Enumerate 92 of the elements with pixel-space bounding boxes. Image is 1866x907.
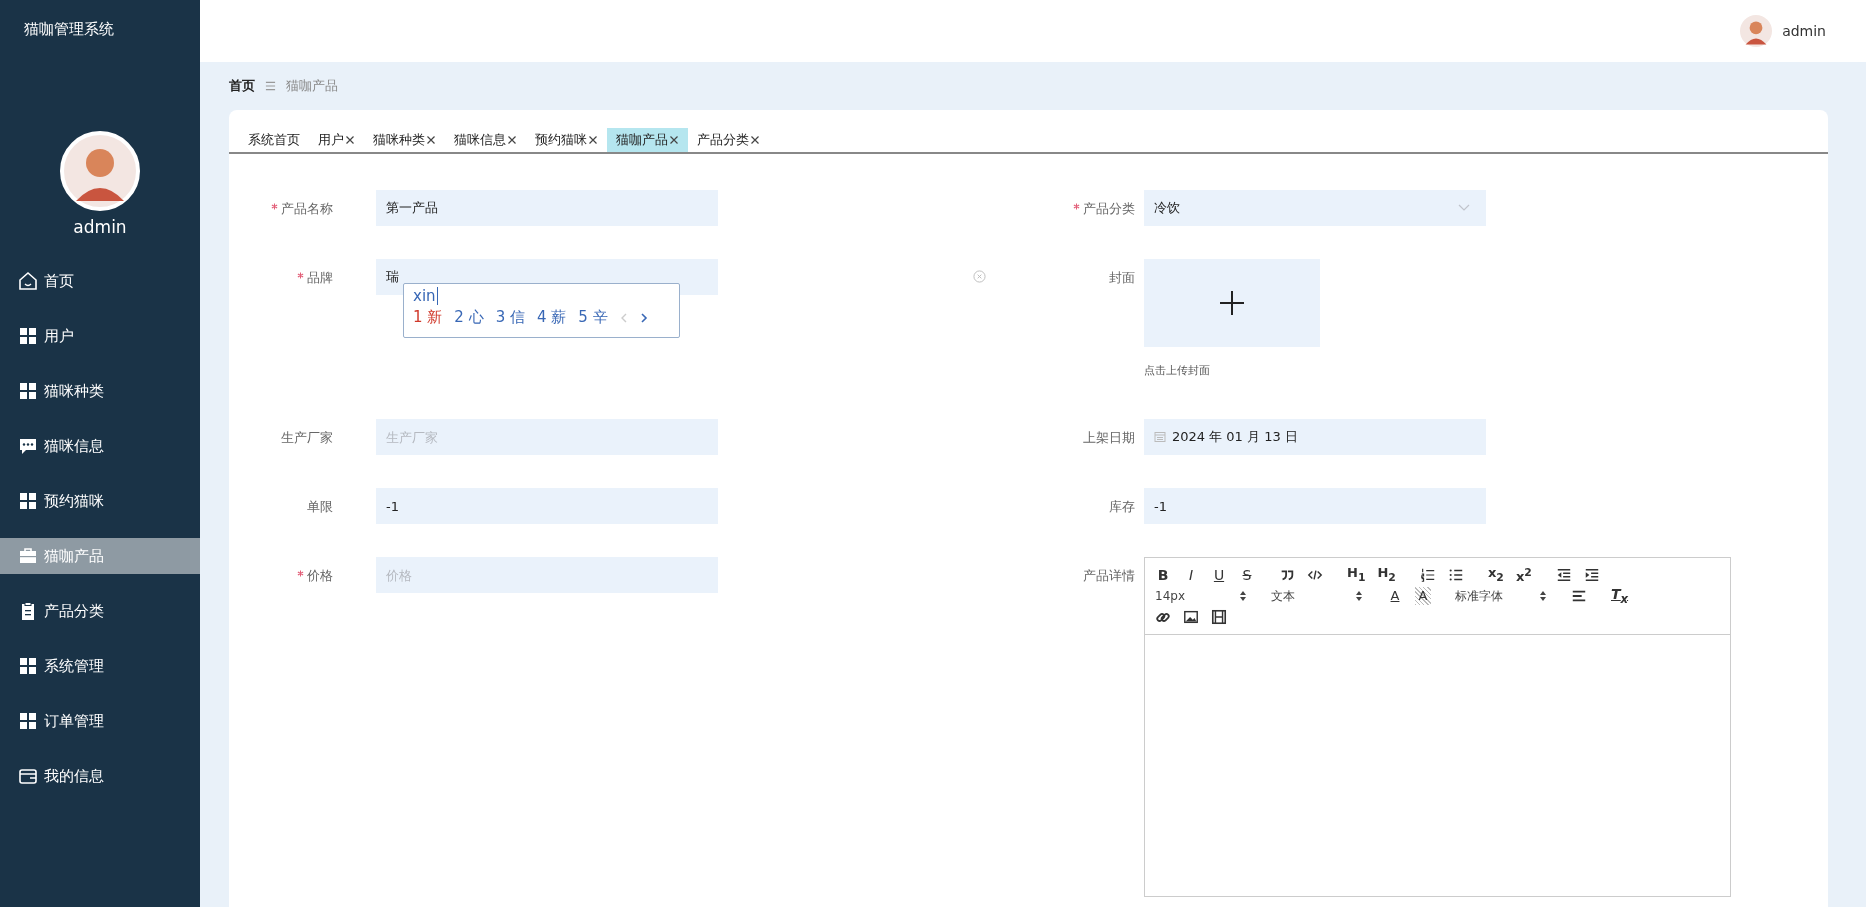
heading-button[interactable]: H$_{2}$: [1377, 563, 1396, 587]
breadcrumb-current: 猫咖产品: [286, 77, 338, 95]
tab[interactable]: 猫咪信息: [445, 128, 526, 152]
grid-icon: [18, 711, 38, 731]
field-label: 产品分类: [1083, 200, 1135, 218]
input-field[interactable]: -1: [376, 488, 718, 524]
ime-composition: xin: [413, 287, 438, 305]
menu-item[interactable]: 猫咪信息: [0, 428, 200, 464]
close-icon[interactable]: [507, 135, 517, 145]
strikethrough-button[interactable]: S: [1239, 566, 1255, 584]
grid-icon: [18, 381, 38, 401]
ime-candidate[interactable]: 1 新: [413, 308, 443, 327]
film-icon[interactable]: [1211, 609, 1227, 625]
menu-item[interactable]: 预约猫咪: [0, 483, 200, 519]
grid-icon: [18, 656, 38, 676]
outdent-icon[interactable]: [1555, 567, 1572, 583]
heading-button[interactable]: H$_{1}$: [1347, 563, 1366, 587]
code-icon[interactable]: [1307, 567, 1323, 583]
tab[interactable]: 用户: [309, 128, 364, 152]
field-label: 产品名称: [281, 200, 333, 218]
toolbar-select[interactable]: 文本: [1271, 587, 1363, 605]
bullet-list-icon[interactable]: [1447, 567, 1464, 583]
grid-icon: [18, 326, 38, 346]
menu-item[interactable]: 产品分类: [0, 593, 200, 629]
input-field[interactable]: 生产厂家: [376, 419, 718, 455]
close-icon[interactable]: [426, 135, 436, 145]
app-title: 猫咖管理系统: [24, 20, 114, 39]
up-down-caret-icon: [1239, 590, 1247, 602]
tab[interactable]: 预约猫咪: [526, 128, 607, 152]
menu-item[interactable]: 我的信息: [0, 758, 200, 794]
select-field[interactable]: 冷饮: [1144, 190, 1486, 226]
date-field[interactable]: 2024 年 01 月 13 日: [1144, 419, 1486, 455]
ordered-list-icon[interactable]: [1419, 567, 1436, 583]
user-name: admin: [73, 217, 127, 237]
field-label: 单限: [307, 498, 333, 516]
calendar-icon: [1154, 431, 1166, 443]
field-label: 品牌: [307, 269, 333, 287]
field-label: 上架日期: [1083, 429, 1135, 447]
menu-item[interactable]: 首页: [0, 263, 200, 299]
menu-item[interactable]: 猫咪种类: [0, 373, 200, 409]
indent-icon[interactable]: [1583, 567, 1600, 583]
briefcase-icon: [18, 546, 38, 566]
input-field[interactable]: 第一产品: [376, 190, 718, 226]
home-icon: [18, 271, 38, 291]
menu-item[interactable]: 订单管理: [0, 703, 200, 739]
close-icon[interactable]: [345, 135, 355, 145]
plus-icon: [1219, 290, 1245, 316]
ime-candidate[interactable]: 3 信: [495, 308, 525, 327]
ime-candidate[interactable]: 2 心: [454, 308, 484, 327]
menu-item[interactable]: 用户: [0, 318, 200, 354]
rich-text-editor[interactable]: B I U S H$_{1}$ H$_{2}$ x$_{2}$ x$^{2}$ 14px 文本 A A 标准字体 T$_{x}$: [1144, 557, 1731, 897]
background-color-button[interactable]: A: [1415, 587, 1431, 605]
image-icon[interactable]: [1183, 609, 1199, 625]
script-button[interactable]: x$^{2}$: [1515, 563, 1532, 587]
font-color-button[interactable]: A: [1387, 587, 1403, 605]
input-field[interactable]: 价格: [376, 557, 718, 593]
chevron-down-icon: [1458, 204, 1470, 212]
underline-button[interactable]: U: [1211, 566, 1227, 584]
tab[interactable]: 猫咖产品: [607, 128, 688, 152]
user-name[interactable]: admin: [1782, 23, 1826, 39]
up-down-caret-icon: [1539, 590, 1547, 602]
grid-icon: [18, 491, 38, 511]
field-label: 生产厂家: [281, 429, 333, 447]
input-field[interactable]: -1: [1144, 488, 1486, 524]
up-down-caret-icon: [1355, 590, 1363, 602]
close-icon[interactable]: [588, 135, 598, 145]
tab[interactable]: 系统首页: [239, 128, 309, 152]
align-icon[interactable]: [1571, 588, 1587, 604]
field-label: 库存: [1109, 498, 1135, 516]
chat-icon: [18, 436, 38, 456]
field-label: 价格: [307, 567, 333, 585]
wallet-icon: [18, 766, 38, 786]
upload-hint: 点击上传封面: [1144, 363, 1211, 378]
clear-format-button[interactable]: T$_{x}$: [1611, 584, 1629, 608]
ime-candidate[interactable]: 5 辛: [578, 308, 608, 327]
close-icon[interactable]: [669, 135, 679, 145]
breadcrumb-link[interactable]: 首页: [229, 77, 255, 95]
toolbar-select[interactable]: 标准字体: [1455, 587, 1547, 605]
italic-button[interactable]: I: [1183, 566, 1199, 584]
avatar[interactable]: [1740, 15, 1773, 47]
tab[interactable]: 产品分类: [688, 128, 769, 152]
menu-icon: [265, 81, 276, 91]
close-icon[interactable]: [750, 135, 760, 145]
bold-button[interactable]: B: [1155, 566, 1171, 584]
field-label: 封面: [1109, 269, 1135, 287]
menu-item[interactable]: 系统管理: [0, 648, 200, 684]
tab[interactable]: 猫咪种类: [364, 128, 445, 152]
chevron-right-icon[interactable]: [639, 311, 648, 324]
script-button[interactable]: x$_{2}$: [1487, 563, 1504, 587]
toolbar-select[interactable]: 14px: [1155, 589, 1247, 603]
field-label: 产品详情: [1083, 567, 1135, 585]
ime-candidate[interactable]: 4 薪: [536, 308, 567, 327]
